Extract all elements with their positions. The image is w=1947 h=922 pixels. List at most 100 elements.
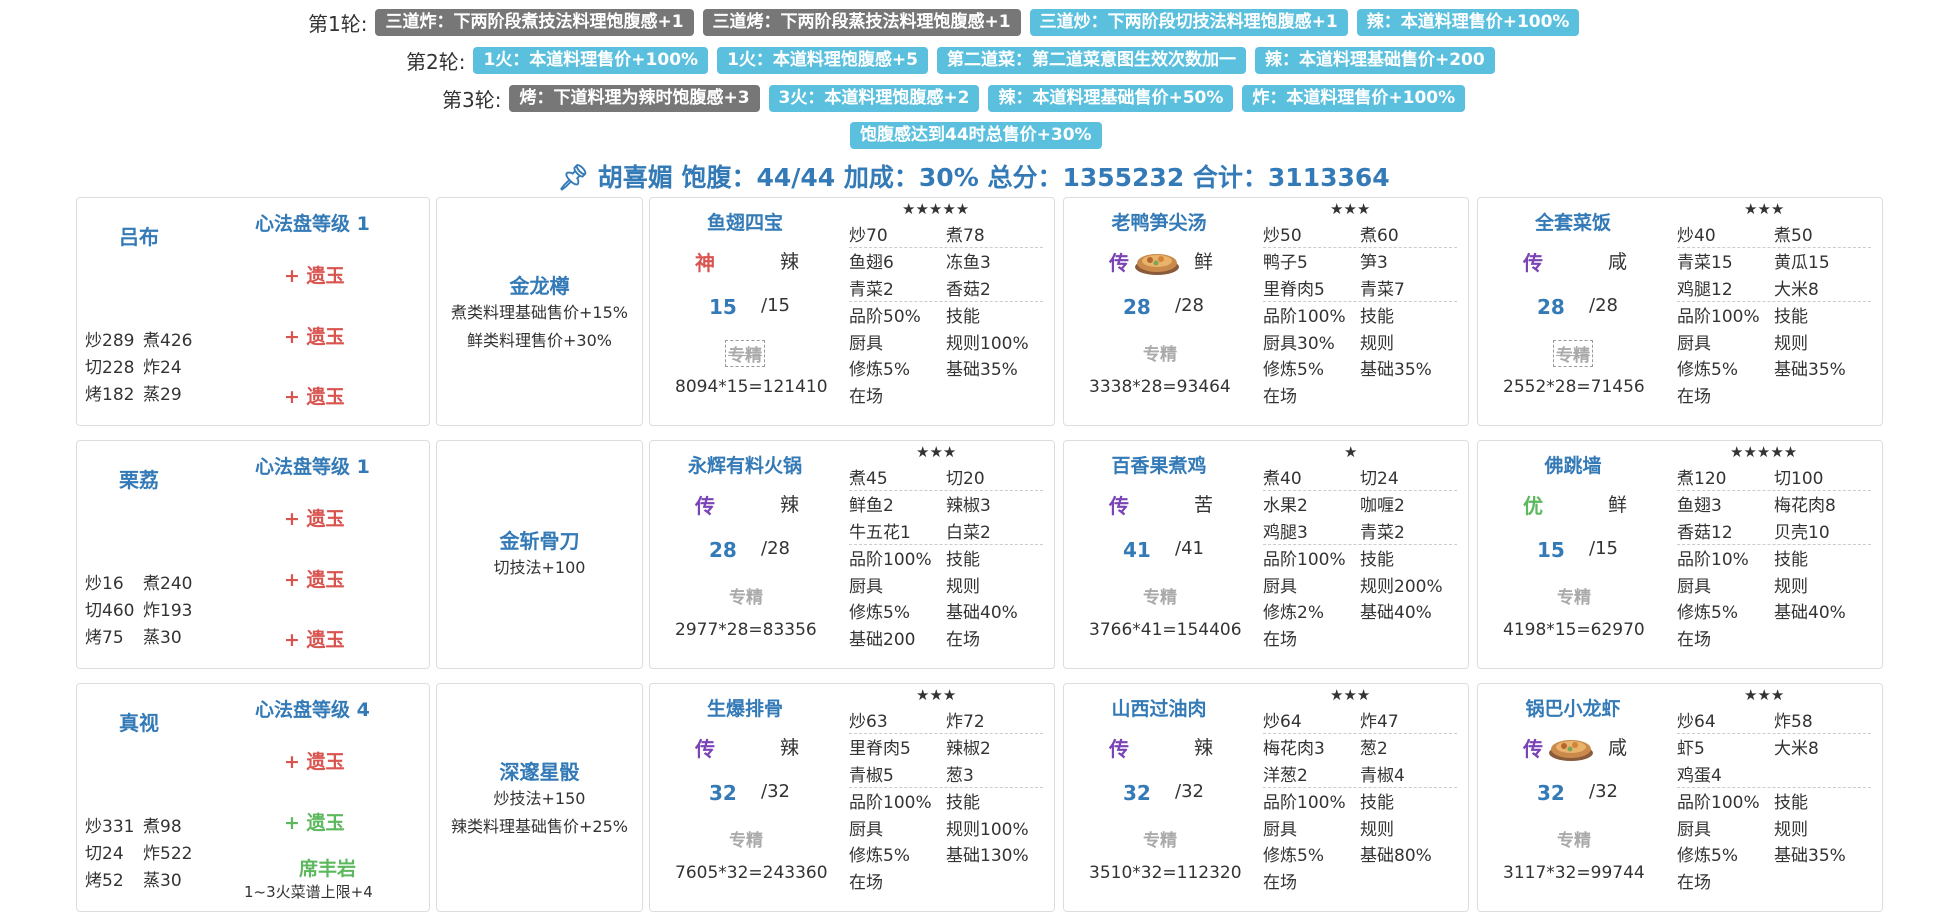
recipe-main-skill: 专精	[1557, 831, 1591, 851]
recipe-flavor: 辣	[780, 494, 800, 516]
stats-row: 煮120 切100	[1677, 463, 1871, 491]
recipe-quantity[interactable]: 41	[1123, 538, 1151, 562]
chef-stat: 蒸30	[143, 871, 182, 891]
jade-slot[interactable]: + 遗玉	[284, 625, 345, 652]
recipe-rarity: 传	[1523, 251, 1543, 275]
stats-row: 品阶50% 技能	[849, 302, 1043, 329]
recipe-quantity[interactable]: 15	[1537, 538, 1565, 562]
bonus-tag: 饱腹感达到44时总售价+30%	[850, 122, 1102, 149]
xinfa-level[interactable]: 心法盘等级 1	[255, 452, 370, 479]
recipe-panel: 山西过油肉 ★★★ 传辣 32/32 专精 3510*32=112320 炒64 炸47 梅花肉…	[1063, 683, 1469, 912]
recipe-name[interactable]: 百香果煮鸡	[1064, 451, 1254, 478]
stat-cell: 技能	[946, 307, 980, 328]
intent-tag: 烤：下道料理为辣时饱腹感+3	[509, 85, 760, 112]
recipe-name[interactable]: 佛跳墙	[1478, 451, 1668, 478]
recipe-max: /15	[1589, 538, 1618, 559]
recipe-panel: 锅巴小龙虾 ★★★ 传 咸 32/32 专精 3117*32=99744 炒64 炸58 虾5 大米…	[1477, 683, 1883, 912]
recipe-name[interactable]: 锅巴小龙虾	[1478, 694, 1668, 721]
jade-slot[interactable]: + 遗玉	[284, 565, 345, 592]
recipe-name[interactable]: 山西过油肉	[1064, 694, 1254, 721]
jade-slot[interactable]: + 遗玉	[284, 808, 345, 835]
jade-slot[interactable]: + 遗玉	[284, 322, 345, 349]
recipe-quantity[interactable]: 15	[709, 295, 737, 319]
chef-name[interactable]: 栗荔	[119, 464, 159, 493]
recipe-name[interactable]: 永辉有料火锅	[650, 451, 840, 478]
equip-panel[interactable]: 金斩骨刀 切技法+100	[436, 440, 643, 669]
recipe-stars: ★★★★★	[1730, 443, 1798, 461]
recipe-quantity[interactable]: 28	[1537, 295, 1565, 319]
stat-cell: 煮78	[946, 225, 985, 246]
stat-cell: 厨具	[849, 576, 883, 597]
stat-cell: 品阶10%	[1677, 550, 1749, 571]
stat-cell: 在场	[946, 629, 980, 650]
recipe-calc: 8094*15=121410	[675, 377, 828, 397]
stat-cell: 鲜鱼2	[849, 496, 894, 517]
recipe-calc: 2977*28=83356	[675, 620, 817, 640]
stat-cell: 厨具30%	[1263, 333, 1335, 354]
recipe-calc: 3117*32=99744	[1503, 863, 1645, 883]
chef-stat: 烤52	[85, 871, 124, 891]
stat-cell: 基础35%	[1360, 360, 1432, 381]
jade-slot[interactable]: + 遗玉	[284, 747, 345, 774]
stat-cell: 香菇2	[946, 279, 991, 300]
recipe-stars: ★★★★★	[902, 200, 970, 218]
stats-row: 水果2 咖喱2	[1263, 491, 1457, 518]
jade-slot[interactable]: + 遗玉	[284, 382, 345, 409]
stats-row: 在场	[849, 867, 1043, 894]
stat-cell: 厨具	[1677, 576, 1711, 597]
chef-stat: 炸522	[143, 844, 193, 864]
stat-cell: 厨具	[849, 819, 883, 840]
recipe-name[interactable]: 老鸭笋尖汤	[1064, 208, 1254, 235]
jade-slot[interactable]: + 遗玉	[284, 261, 345, 288]
recipe-stars: ★★★	[1330, 686, 1371, 704]
recipe-rarity: 传	[695, 737, 715, 761]
stats-row: 品阶100% 技能	[1677, 788, 1871, 815]
stat-cell: 青椒4	[1360, 765, 1405, 786]
jade-slot[interactable]: + 遗玉	[284, 504, 345, 531]
equip-panel[interactable]: 金龙樽 煮类料理基础售价+15% 鲜类料理售价+30%	[436, 197, 643, 426]
recipe-flavor: 鲜	[1608, 494, 1628, 516]
stat-cell: 品阶50%	[849, 307, 921, 328]
stat-cell: 牛五花1	[849, 522, 911, 543]
recipe-quantity[interactable]: 28	[709, 538, 737, 562]
stat-cell: 葱2	[1360, 739, 1388, 760]
equip-content: 深邃星骰 炒技法+150 辣类料理基础售价+25%	[437, 756, 642, 841]
stats-row: 厨具 规则100%	[849, 328, 1043, 355]
jade-label: 遗玉	[306, 629, 345, 651]
recipe-main-skill: 专精	[729, 831, 763, 851]
stat-cell: 梅花肉8	[1774, 496, 1836, 517]
stats-row: 在场	[1677, 624, 1871, 651]
intent-tag: 1火：本道料理售价+100%	[473, 47, 709, 74]
recipe-quantity[interactable]: 32	[709, 781, 737, 805]
chef-stat: 炸24	[143, 358, 182, 378]
chef-stat: 切460	[85, 601, 135, 621]
aux-chef-name[interactable]: 席丰岩	[299, 854, 356, 881]
recipe-quantity[interactable]: 28	[1123, 295, 1151, 319]
recipe-name[interactable]: 生爆排骨	[650, 694, 840, 721]
recipe-name[interactable]: 鱼翅四宝	[650, 208, 840, 235]
stat-cell: 规则	[1360, 333, 1394, 354]
xinfa-level[interactable]: 心法盘等级 1	[255, 209, 370, 236]
stats-row: 炒64 炸47	[1263, 706, 1457, 734]
stat-cell: 大米8	[1774, 739, 1819, 760]
equip-panel[interactable]: 深邃星骰 炒技法+150 辣类料理基础售价+25%	[436, 683, 643, 912]
stat-cell: 炒70	[849, 225, 888, 246]
stats-row: 厨具30% 规则	[1263, 328, 1457, 355]
recipe-quantity[interactable]: 32	[1123, 781, 1151, 805]
stat-cell: 品阶100%	[1677, 307, 1760, 328]
recipe-name[interactable]: 全套菜饭	[1478, 208, 1668, 235]
stat-cell: 技能	[946, 550, 980, 571]
stat-cell: 基础35%	[1774, 846, 1846, 867]
recipe-quantity[interactable]: 32	[1537, 781, 1565, 805]
recipe-panel: 生爆排骨 ★★★ 传辣 32/32 专精 7605*32=243360 炒63 炸72 里脊肉5…	[649, 683, 1055, 912]
recipe-rarity: 传	[1109, 251, 1129, 275]
xinfa-level[interactable]: 心法盘等级 4	[255, 695, 370, 722]
stat-cell: 修炼5%	[1677, 360, 1738, 381]
recipe-stars: ★★★	[1744, 686, 1785, 704]
recipe-calc: 3510*32=112320	[1089, 863, 1242, 883]
equip-effect: 炒技法+150	[493, 789, 586, 808]
chef-name[interactable]: 吕布	[119, 221, 159, 250]
stat-cell: 切20	[946, 468, 985, 489]
stat-cell: 在场	[1263, 872, 1297, 893]
chef-name[interactable]: 真视	[119, 707, 159, 736]
